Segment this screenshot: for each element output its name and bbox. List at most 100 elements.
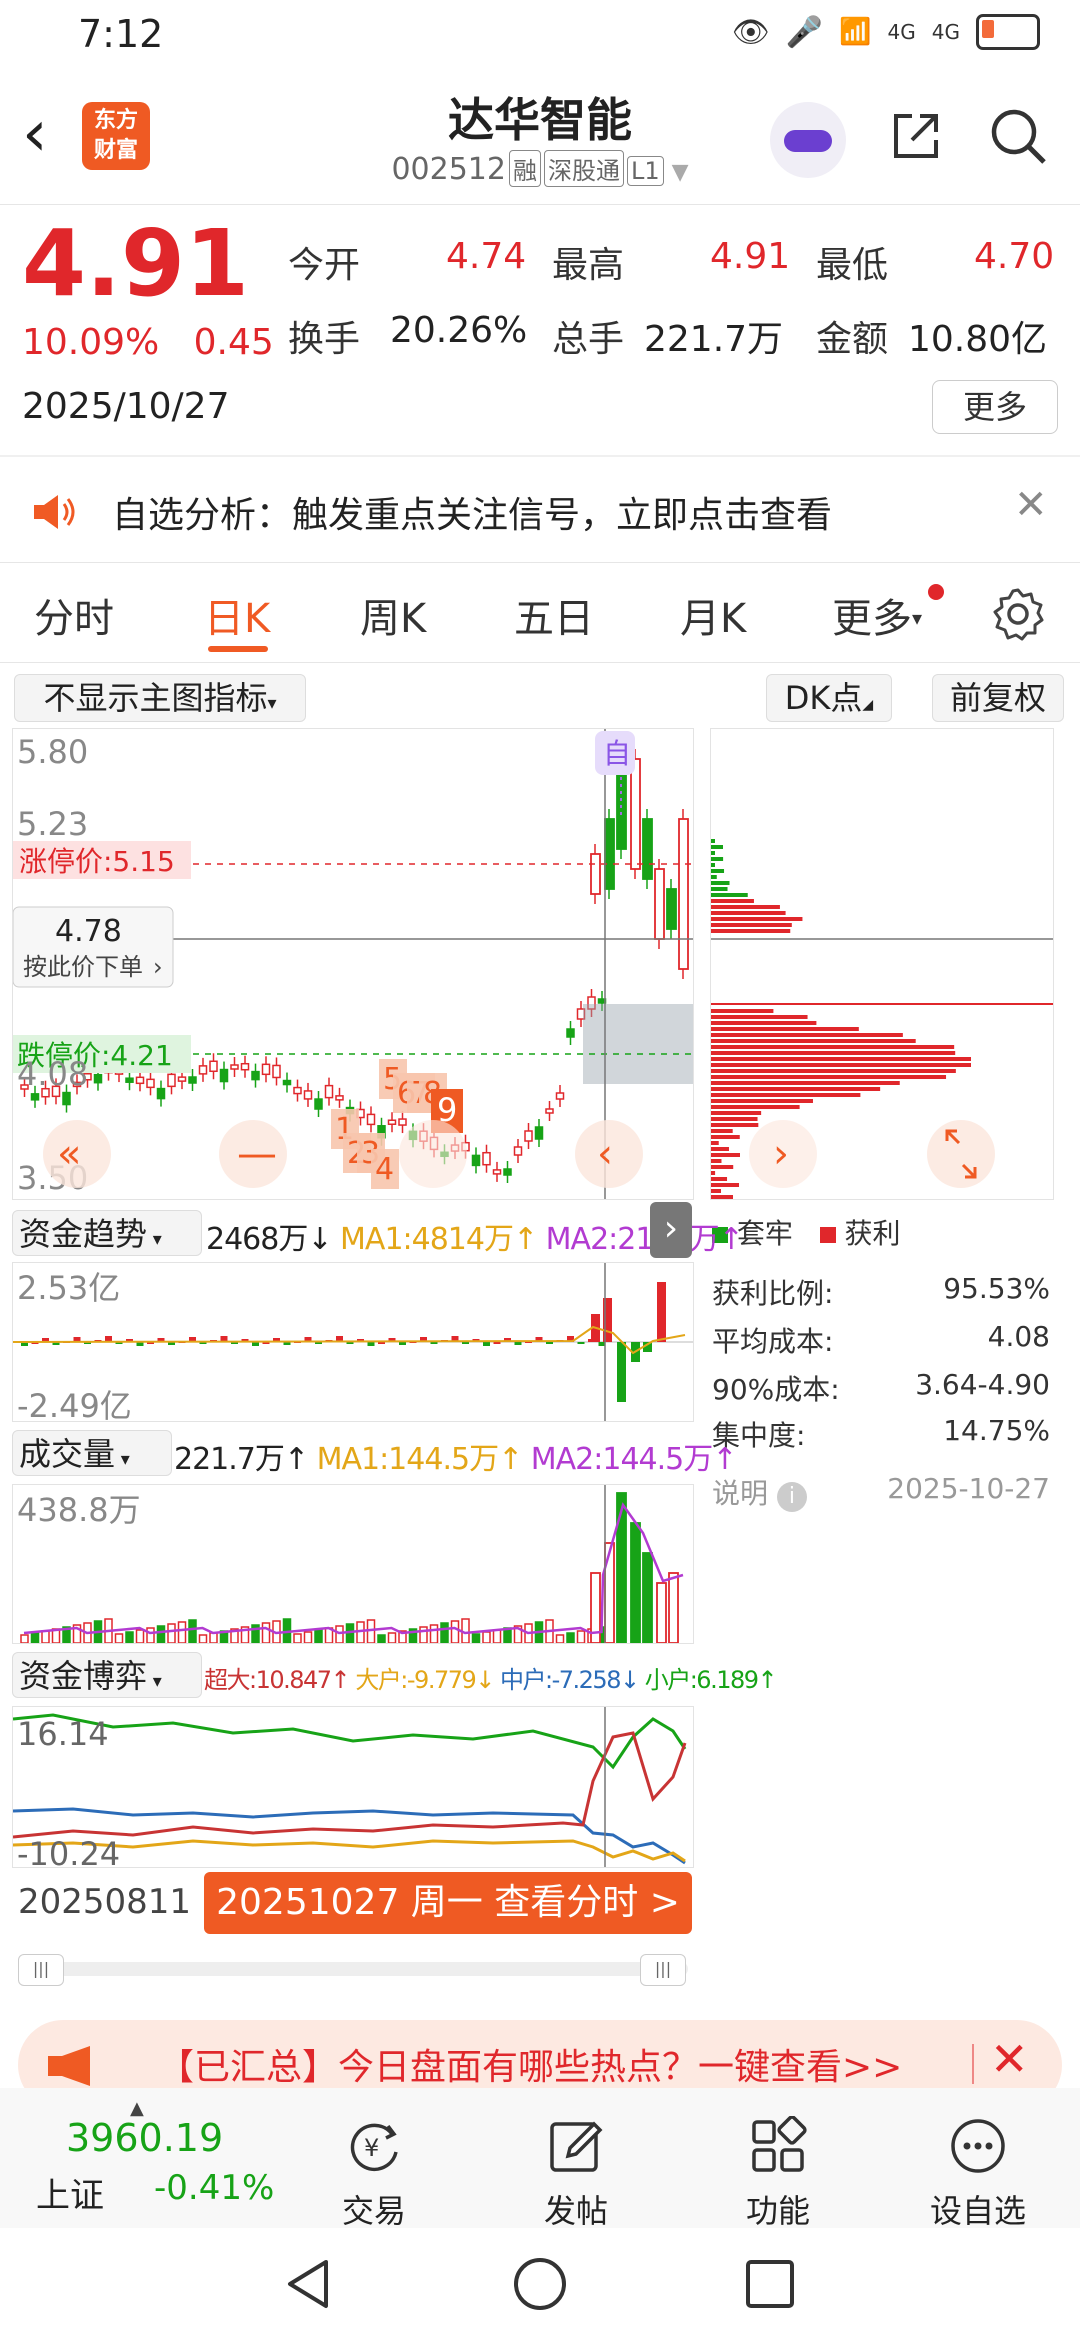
volume-bar — [209, 1632, 218, 1643]
volume-y-top: 438.8万 — [17, 1491, 141, 1529]
volume-bar — [419, 1626, 428, 1643]
small-value: 小户:6.189↑ — [644, 1666, 778, 1694]
tab-weekly-k[interactable]: 周K — [360, 586, 426, 644]
volume-bar — [566, 1632, 575, 1643]
volume-bar — [114, 1633, 124, 1643]
candle — [230, 1064, 239, 1070]
amount-label: 金额 — [816, 319, 889, 360]
grid-icon — [752, 2115, 807, 2172]
chip-bar — [711, 893, 748, 897]
tab-monthly-k[interactable]: 月K — [680, 586, 746, 644]
chip-bar — [711, 1093, 861, 1097]
candle — [335, 1095, 344, 1101]
chip-bar — [711, 1081, 900, 1085]
index-change[interactable]: -0.41% — [154, 2168, 274, 2208]
low-value: 4.70 — [974, 236, 1055, 277]
change-amount: 0.45 — [193, 322, 274, 363]
candle — [616, 768, 627, 850]
chip-bar — [711, 857, 724, 861]
quote-more-button[interactable]: 更多 — [932, 380, 1058, 434]
expand-indicators-button[interactable]: › — [650, 1202, 692, 1258]
close-icon[interactable]: ✕ — [990, 2032, 1029, 2086]
range-slider-track[interactable] — [18, 1962, 688, 1976]
candle — [62, 1091, 71, 1106]
nav-post[interactable]: 发帖 — [516, 2116, 636, 2232]
fund-bar — [657, 1282, 666, 1342]
chip-bar — [711, 1147, 729, 1151]
status-bar: 7:12 👁 🎤 📶 4G 4G — [0, 0, 1080, 72]
trade-icon: ¥ — [350, 2123, 398, 2172]
range-slider-left-handle[interactable]: ||| — [18, 1954, 64, 1986]
dk-point-button[interactable]: DK点◢ — [766, 674, 892, 722]
system-home-icon[interactable] — [512, 2256, 568, 2312]
tab-more[interactable]: 更多 — [832, 586, 912, 644]
chip-bar — [711, 1171, 716, 1175]
candle — [642, 818, 653, 880]
volume-bar — [314, 1629, 323, 1643]
tab-intraday[interactable]: 分时 — [34, 586, 114, 644]
nav-set-watch[interactable]: 设自选 — [918, 2116, 1038, 2232]
main-indicator-select[interactable]: 不显示主图指标▾ — [14, 674, 306, 722]
volume-chart[interactable]: 438.8万 — [12, 1484, 694, 1644]
share-icon[interactable] — [888, 108, 944, 164]
dropdown-icon: ▾ — [147, 1671, 162, 1692]
volume-bar — [366, 1619, 376, 1643]
volume-values: 221.7万↑ MA1:144.5万↑ MA2:144.5万↑ — [174, 1434, 737, 1478]
legend-trapped: 套牢 — [736, 1217, 793, 1250]
chevron-right-icon: › — [773, 1131, 789, 1177]
candle — [387, 1119, 397, 1125]
volume-bar — [387, 1632, 397, 1643]
adjust-button[interactable]: 前复权 — [932, 674, 1064, 722]
fund-bar — [617, 1342, 626, 1402]
minus-icon: — — [237, 1131, 277, 1177]
signal-marker[interactable]: 自 — [603, 737, 631, 770]
low-label: 最低 — [816, 245, 889, 286]
chip-bar — [711, 905, 780, 909]
fund-game-chart[interactable]: 16.14 -10.24 — [12, 1706, 694, 1868]
fund-bar — [399, 1342, 406, 1345]
search-icon[interactable] — [988, 106, 1048, 166]
system-back-icon[interactable] — [282, 2256, 334, 2312]
close-icon[interactable]: ✕ — [1014, 482, 1048, 528]
dropdown-icon[interactable]: ▼ — [672, 160, 689, 185]
zoom-in-button[interactable] — [399, 1120, 467, 1188]
tab-five-day[interactable]: 五日 — [514, 586, 594, 644]
nav-trade[interactable]: ¥ 交易 — [314, 2116, 434, 2232]
volume-bar — [303, 1631, 313, 1643]
view-intraday-button[interactable]: 20251027 周一 查看分时 > — [204, 1872, 692, 1934]
nav-post-label: 发帖 — [543, 2192, 608, 2230]
range-slider-right-handle[interactable]: ||| — [640, 1954, 686, 1986]
notice-banner[interactable]: 自选分析：触发重点关注信号，立即点击查看 ✕ — [0, 460, 1080, 560]
chip-bar — [711, 845, 724, 849]
fund-trend-chart[interactable]: 2.53亿 -2.49亿 — [12, 1262, 694, 1422]
settings-gear-icon[interactable] — [990, 586, 1046, 642]
chip-bar — [711, 1141, 719, 1145]
index-name[interactable]: 上证 — [36, 2168, 104, 2217]
fund-game-select[interactable]: 资金博弈 ▾ — [12, 1652, 202, 1698]
chip-bar — [711, 917, 803, 921]
open-label: 今开 — [288, 245, 361, 286]
candle — [590, 853, 601, 895]
ai-assistant-icon[interactable] — [770, 102, 846, 178]
kline-chart[interactable]: 自 5.80 5.23 涨停价:5.15 4.78 按此价下单 › 跌停价:4.… — [12, 728, 694, 1200]
volume-select[interactable]: 成交量 ▾ — [12, 1430, 172, 1476]
fund-bar — [514, 1342, 522, 1345]
chip-distribution-chart[interactable]: › — [710, 728, 1054, 1200]
candle — [666, 888, 677, 930]
system-recents-icon[interactable] — [744, 2258, 796, 2310]
candle — [303, 1090, 313, 1100]
nav-function[interactable]: 功能 — [718, 2115, 838, 2232]
chip-bar — [711, 1075, 947, 1079]
volume-ma1: MA1:144.5万↑ — [316, 1442, 524, 1477]
explain-link[interactable]: 说明 i — [712, 1472, 807, 1512]
fund-bar — [577, 1342, 585, 1344]
change-line: 10.09% 0.45 — [22, 322, 274, 363]
fullscreen-button[interactable] — [927, 1120, 995, 1188]
fund-trend-select[interactable]: 资金趋势 ▾ — [12, 1210, 202, 1256]
candle — [630, 758, 641, 870]
candle — [482, 1151, 491, 1166]
candle — [135, 1076, 145, 1085]
candle — [251, 1070, 260, 1081]
index-value[interactable]: 3960.19 — [66, 2116, 223, 2160]
tab-daily-k[interactable]: 日K — [204, 586, 270, 644]
